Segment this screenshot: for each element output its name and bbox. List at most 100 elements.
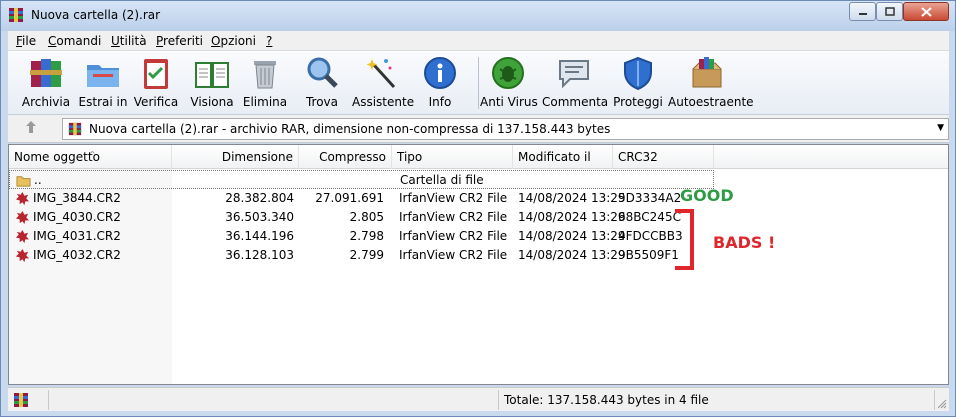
assistente-button[interactable]: Assistente xyxy=(352,53,415,113)
trash-icon xyxy=(254,61,276,89)
assistente-label: Assistente xyxy=(352,95,415,109)
verifica-label: Verifica xyxy=(133,95,179,109)
cell-name: IMG_4031.CR2 xyxy=(33,229,121,243)
magnifier-icon xyxy=(307,57,338,88)
table-row-parent[interactable]: .. Cartella di file xyxy=(9,170,714,189)
menu-utilita-label: tilità xyxy=(119,34,147,48)
column-size-label: Dimensione xyxy=(221,150,293,164)
title-bar[interactable]: Nuova cartella (2).rar xyxy=(1,1,955,31)
toolbar: Archivia Estrai in Verifica Visiona Elim… xyxy=(8,51,949,115)
verifica-button[interactable]: Verifica xyxy=(133,53,179,113)
good-annotation: GOOD xyxy=(680,186,734,205)
status-bar: Totale: 137.158.443 bytes in 4 file xyxy=(8,387,949,411)
cell-size: 36.128.103 xyxy=(225,248,294,262)
sfx-box-icon xyxy=(692,57,722,88)
cell-size: 36.503.340 xyxy=(225,210,294,224)
cell-type: IrfanView CR2 File xyxy=(399,229,508,243)
close-button[interactable] xyxy=(903,2,949,21)
archivia-label: Archivia xyxy=(21,95,71,109)
toolbar-separator xyxy=(478,57,479,109)
menu-preferiti-label: referiti xyxy=(163,34,203,48)
irfanview-file-icon xyxy=(15,248,30,263)
menu-file-label: ile xyxy=(22,34,37,48)
address-bar: Nuova cartella (2).rar - archivio RAR, d… xyxy=(8,115,949,143)
antivirus-button[interactable]: Anti Virus xyxy=(480,53,538,113)
column-name[interactable]: Nome oggetto ^ xyxy=(9,145,172,169)
visiona-button[interactable]: Visiona xyxy=(188,53,236,113)
menu-comandi[interactable]: Comandi xyxy=(48,34,101,48)
window-title: Nuova cartella (2).rar xyxy=(31,8,161,22)
up-folder-button[interactable] xyxy=(22,120,40,138)
irfanview-file-icon xyxy=(15,210,30,225)
cell-size: 36.144.196 xyxy=(225,229,294,243)
table-row[interactable]: IMG_4030.CR2 36.503.340 2.805 IrfanView … xyxy=(9,208,948,227)
chevron-down-icon[interactable]: ▼ xyxy=(937,123,944,133)
table-row[interactable]: IMG_4032.CR2 36.128.103 2.799 IrfanView … xyxy=(9,246,948,265)
test-clipboard-icon xyxy=(144,59,168,89)
column-modified-label: Modificato il xyxy=(518,150,591,164)
cell-type: Cartella di file xyxy=(400,173,484,187)
autoestraente-button[interactable]: Autoestraente xyxy=(668,53,754,113)
minimize-button[interactable] xyxy=(849,2,876,21)
resize-grip-icon[interactable] xyxy=(937,399,947,409)
irfanview-file-icon xyxy=(15,229,30,244)
irfanview-file-icon xyxy=(15,191,30,206)
folder-icon xyxy=(16,176,31,187)
cell-name: IMG_4030.CR2 xyxy=(33,210,121,224)
cell-modified: 14/08/2024 13:29 xyxy=(518,248,626,262)
antivirus-label: Anti Virus xyxy=(480,95,538,109)
column-type[interactable]: Tipo xyxy=(392,145,513,169)
estrai-in-label: Estrai in xyxy=(78,95,128,109)
status-total: Totale: 137.158.443 bytes in 4 file xyxy=(504,393,709,407)
cell-crc: 5D3334A2 xyxy=(618,191,682,205)
info-button[interactable]: Info xyxy=(422,53,458,113)
table-row[interactable]: IMG_3844.CR2 28.382.804 27.091.691 Irfan… xyxy=(9,189,948,208)
autoestraente-label: Autoestraente xyxy=(668,95,754,109)
menu-help[interactable]: ? xyxy=(266,34,272,48)
up-arrow-icon xyxy=(26,121,36,133)
menu-utilita[interactable]: Utilità xyxy=(111,34,147,48)
menu-file[interactable]: File xyxy=(16,34,36,48)
status-drive-icon[interactable] xyxy=(13,392,29,408)
menu-help-accel: ? xyxy=(266,34,273,48)
menu-opzioni-label: pzioni xyxy=(220,34,256,48)
commenta-button[interactable]: Commenta xyxy=(542,53,608,113)
sort-ascending-icon: ^ xyxy=(89,150,96,159)
cell-name: IMG_4032.CR2 xyxy=(33,248,121,262)
extract-folder-icon xyxy=(87,65,119,87)
menu-preferiti[interactable]: Preferiti xyxy=(156,34,203,48)
cell-type: IrfanView CR2 File xyxy=(399,191,508,205)
file-list[interactable]: Nome oggetto ^ Dimensione Compresso Tipo … xyxy=(8,144,949,385)
cell-packed: 27.091.691 xyxy=(315,191,384,205)
winrar-app-icon[interactable] xyxy=(8,7,24,23)
menu-preferiti-accel: P xyxy=(156,34,164,48)
view-book-icon xyxy=(195,62,229,88)
cell-type: IrfanView CR2 File xyxy=(399,210,508,224)
estrai-in-button[interactable]: Estrai in xyxy=(78,53,128,113)
column-header-row: Nome oggetto ^ Dimensione Compresso Tipo … xyxy=(9,145,948,169)
column-crc[interactable]: CRC32 xyxy=(613,145,714,169)
cell-packed: 2.798 xyxy=(349,229,384,243)
cell-packed: 2.799 xyxy=(349,248,384,262)
archivia-button[interactable]: Archivia xyxy=(20,53,72,113)
trova-button[interactable]: Trova xyxy=(300,53,344,113)
column-modified[interactable]: Modificato il xyxy=(513,145,613,169)
column-packed[interactable]: Compresso xyxy=(299,145,392,169)
elimina-label: Elimina xyxy=(242,95,288,109)
maximize-button[interactable] xyxy=(876,2,903,21)
proteggi-button[interactable]: Proteggi xyxy=(612,53,664,113)
antivirus-bug-icon xyxy=(492,57,524,89)
status-separator xyxy=(48,390,49,410)
trova-label: Trova xyxy=(305,95,339,109)
table-row[interactable]: IMG_4031.CR2 36.144.196 2.798 IrfanView … xyxy=(9,227,948,246)
cell-type: IrfanView CR2 File xyxy=(399,248,508,262)
menu-opzioni[interactable]: Opzioni xyxy=(211,34,256,48)
address-field[interactable]: Nuova cartella (2).rar - archivio RAR, d… xyxy=(62,118,949,140)
cell-modified: 14/08/2024 13:29 xyxy=(518,229,626,243)
column-size[interactable]: Dimensione xyxy=(172,145,299,169)
cell-size: 28.382.804 xyxy=(225,191,294,205)
cell-modified: 14/08/2024 13:29 xyxy=(518,191,626,205)
elimina-button[interactable]: Elimina xyxy=(241,53,289,113)
cell-name: IMG_3844.CR2 xyxy=(33,191,121,205)
proteggi-label: Proteggi xyxy=(613,95,663,109)
